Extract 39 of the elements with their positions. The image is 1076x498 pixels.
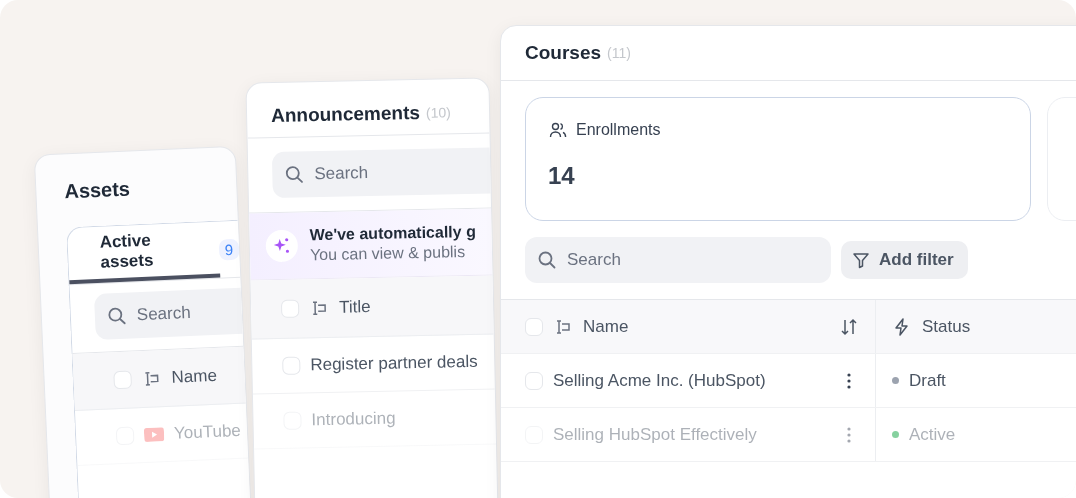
users-icon xyxy=(548,120,568,140)
column-header: Status xyxy=(922,316,971,337)
checkbox[interactable] xyxy=(282,356,301,375)
column-header: Name xyxy=(171,365,218,388)
search-icon xyxy=(537,250,557,270)
table-cell: Selling HubSpot Effectively xyxy=(553,424,757,445)
count-badge: 9 xyxy=(218,238,240,261)
notice-title: We've automatically g xyxy=(309,222,476,245)
table-cell: Introducing xyxy=(311,408,396,431)
table-cell: YouTube xyxy=(173,420,242,444)
checkbox[interactable] xyxy=(525,317,543,336)
column-header: Title xyxy=(338,297,371,318)
stat-label: Enrollments xyxy=(576,121,661,139)
sparkle-icon xyxy=(265,229,299,263)
checkbox[interactable] xyxy=(113,370,133,390)
table-cell: Selling Acme Inc. (HubSpot) xyxy=(553,370,766,391)
search-icon xyxy=(284,164,305,185)
status-text: Active xyxy=(909,424,956,445)
panel-title: Assets xyxy=(62,176,132,205)
status-text: Draft xyxy=(909,370,946,391)
column-header: Name xyxy=(583,316,629,337)
sort-icon[interactable] xyxy=(839,316,859,337)
checkbox[interactable] xyxy=(280,299,300,318)
panel-title: Courses xyxy=(525,42,602,64)
search-field[interactable]: Search xyxy=(271,147,491,199)
notice-text: You can view & publis xyxy=(309,242,467,265)
add-filter-button[interactable]: Add filter xyxy=(841,241,968,279)
stat-value: 14 xyxy=(548,162,576,190)
tab[interactable]: Active assets xyxy=(67,221,220,285)
checkbox[interactable] xyxy=(525,371,543,390)
search-field[interactable]: Search xyxy=(525,237,831,283)
filter-icon xyxy=(851,250,871,270)
item-count: (10) xyxy=(425,104,451,121)
video-icon xyxy=(143,427,165,443)
search-field[interactable]: Search xyxy=(93,287,243,341)
panel-title: Announcements xyxy=(270,101,421,128)
search-icon xyxy=(106,305,128,327)
item-count: (11) xyxy=(607,45,631,61)
table-cell: Register partner deals xyxy=(310,351,478,376)
